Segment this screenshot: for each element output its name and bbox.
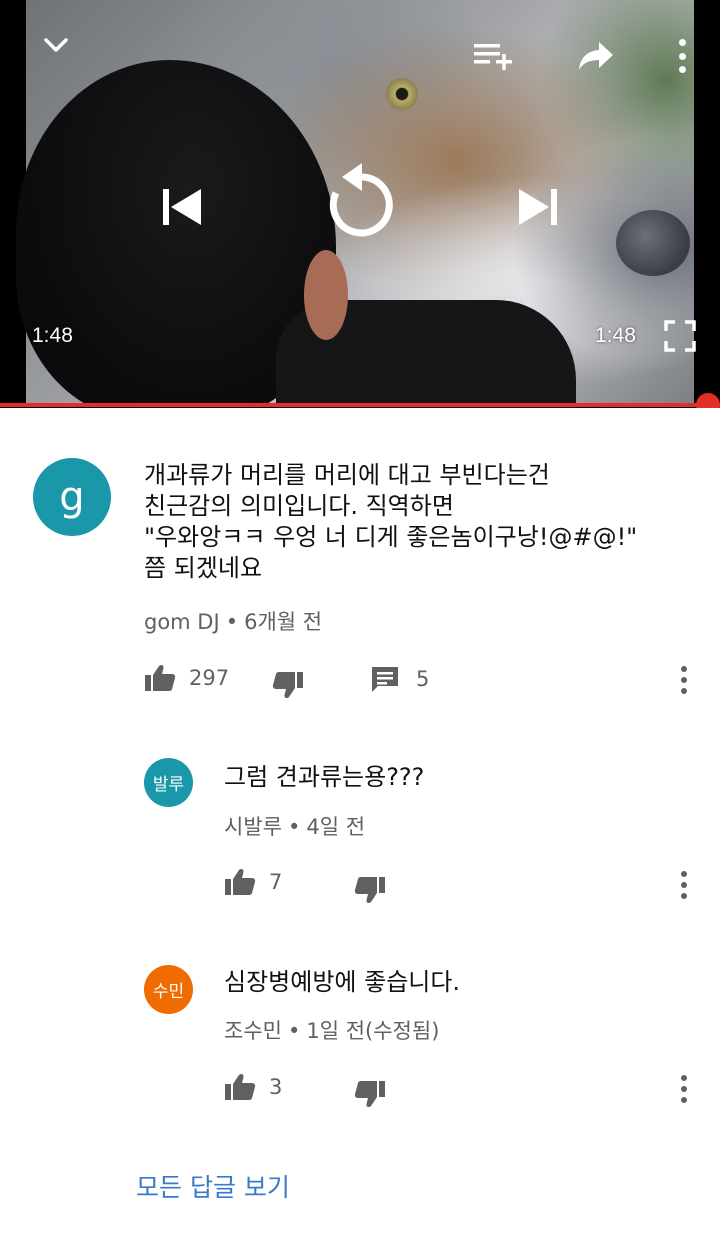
thumb-up-icon <box>145 664 176 691</box>
reply-time: 4일 전 <box>306 815 366 839</box>
like-button[interactable]: 7 <box>224 868 282 896</box>
reply-meta: 시발루 • 4일 전 <box>224 811 365 841</box>
more-vert-icon[interactable] <box>670 36 694 76</box>
add-to-playlist-icon[interactable] <box>470 38 516 74</box>
avatar[interactable]: g <box>33 458 111 536</box>
skip-next-icon[interactable] <box>514 182 564 232</box>
like-count: 3 <box>269 1075 283 1099</box>
comment-text: 개과류가 머리를 머리에 대고 부빈다는건 친근감의 의미입니다. 직역하면 "… <box>144 461 638 582</box>
like-count: 297 <box>189 666 230 690</box>
reply-count: 5 <box>416 667 430 691</box>
reply-author[interactable]: 시발루 <box>224 815 282 839</box>
reply-text: 심장병예방에 좋습니다. <box>224 968 461 996</box>
elapsed-time: 1:48 <box>32 324 73 347</box>
thumb-up-icon <box>225 868 256 895</box>
more-vert-icon[interactable] <box>672 662 696 698</box>
replay-icon[interactable] <box>322 160 398 246</box>
more-vert-icon[interactable] <box>672 867 696 903</box>
thumb-up-icon <box>225 1073 256 1100</box>
view-all-replies-link[interactable]: 모든 답글 보기 <box>136 1168 290 1204</box>
comment-meta: gom DJ • 6개월 전 <box>144 606 322 636</box>
progress-scrubber[interactable] <box>696 393 720 408</box>
avatar[interactable]: 수민 <box>144 965 193 1014</box>
dislike-button[interactable] <box>354 1080 386 1108</box>
video-wolf-nose <box>616 210 690 276</box>
video-player[interactable]: 1:48 1:48 <box>0 0 720 408</box>
comment-time: 6개월 전 <box>244 610 323 634</box>
reply-meta: 조수민 • 1일 전(수정됨) <box>224 1015 439 1045</box>
thumb-down-icon <box>354 877 385 904</box>
thumb-down-icon <box>354 1081 385 1108</box>
like-count: 7 <box>269 870 283 894</box>
avatar-label: 발루 <box>152 775 185 795</box>
total-time: 1:48 <box>595 324 636 347</box>
dislike-button[interactable] <box>354 876 386 904</box>
reply-author[interactable]: 조수민 <box>224 1019 282 1043</box>
video-wolf-eye <box>386 78 418 110</box>
reply-time: 1일 전(수정됨) <box>306 1019 440 1043</box>
meta-separator: • <box>287 815 301 839</box>
progress-bar[interactable] <box>0 403 720 407</box>
fullscreen-icon[interactable] <box>662 318 698 354</box>
video-person-ear <box>304 250 348 340</box>
share-icon[interactable] <box>576 38 616 74</box>
reply-text: 그럼 견과류는용??? <box>224 763 425 791</box>
meta-separator: • <box>287 1019 301 1043</box>
chevron-down-icon[interactable] <box>38 28 74 64</box>
comment-author[interactable]: gom DJ <box>144 610 220 634</box>
dislike-button[interactable] <box>272 671 304 699</box>
avatar-label: 수민 <box>152 982 185 1002</box>
reply-button[interactable]: 5 <box>370 664 429 694</box>
avatar-letter: g <box>59 474 85 520</box>
avatar[interactable]: 발루 <box>144 758 193 807</box>
thumb-down-icon <box>272 672 303 699</box>
skip-previous-icon[interactable] <box>156 182 206 232</box>
like-button[interactable]: 297 <box>144 664 229 692</box>
like-button[interactable]: 3 <box>224 1073 282 1101</box>
meta-separator: • <box>225 610 239 634</box>
comment-icon <box>372 667 398 692</box>
more-vert-icon[interactable] <box>672 1071 696 1107</box>
